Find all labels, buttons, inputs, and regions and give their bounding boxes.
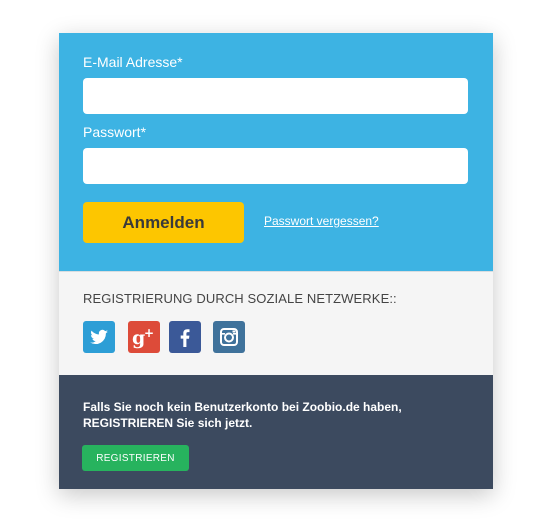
register-message: Falls Sie noch kein Benutzerkonto bei Zo… — [83, 399, 473, 431]
login-button[interactable]: Anmelden — [83, 202, 244, 243]
social-title: REGISTRIERUNG DURCH SOZIALE NETZWERKE:: — [83, 291, 397, 306]
svg-text:+: + — [144, 326, 154, 340]
facebook-icon[interactable] — [169, 321, 201, 353]
social-section: REGISTRIERUNG DURCH SOZIALE NETZWERKE:: … — [59, 271, 493, 375]
email-label: E-Mail Adresse* — [83, 54, 183, 70]
login-section: E-Mail Adresse* Passwort* Anmelden Passw… — [59, 33, 493, 271]
register-section: Falls Sie noch kein Benutzerkonto bei Zo… — [59, 375, 493, 489]
forgot-password-link[interactable]: Passwort vergessen? — [264, 214, 379, 228]
google-plus-icon[interactable]: g + — [128, 321, 160, 353]
register-button[interactable]: REGISTRIEREN — [82, 445, 189, 471]
password-field[interactable] — [83, 148, 468, 184]
twitter-icon[interactable] — [83, 321, 115, 353]
register-message-line1: Falls Sie noch kein Benutzerkonto bei Zo… — [83, 400, 402, 414]
password-label: Passwort* — [83, 124, 147, 140]
login-card: E-Mail Adresse* Passwort* Anmelden Passw… — [59, 33, 493, 489]
register-message-line2: REGISTRIEREN Sie sich jetzt. — [83, 416, 253, 430]
instagram-icon[interactable] — [213, 321, 245, 353]
email-field[interactable] — [83, 78, 468, 114]
